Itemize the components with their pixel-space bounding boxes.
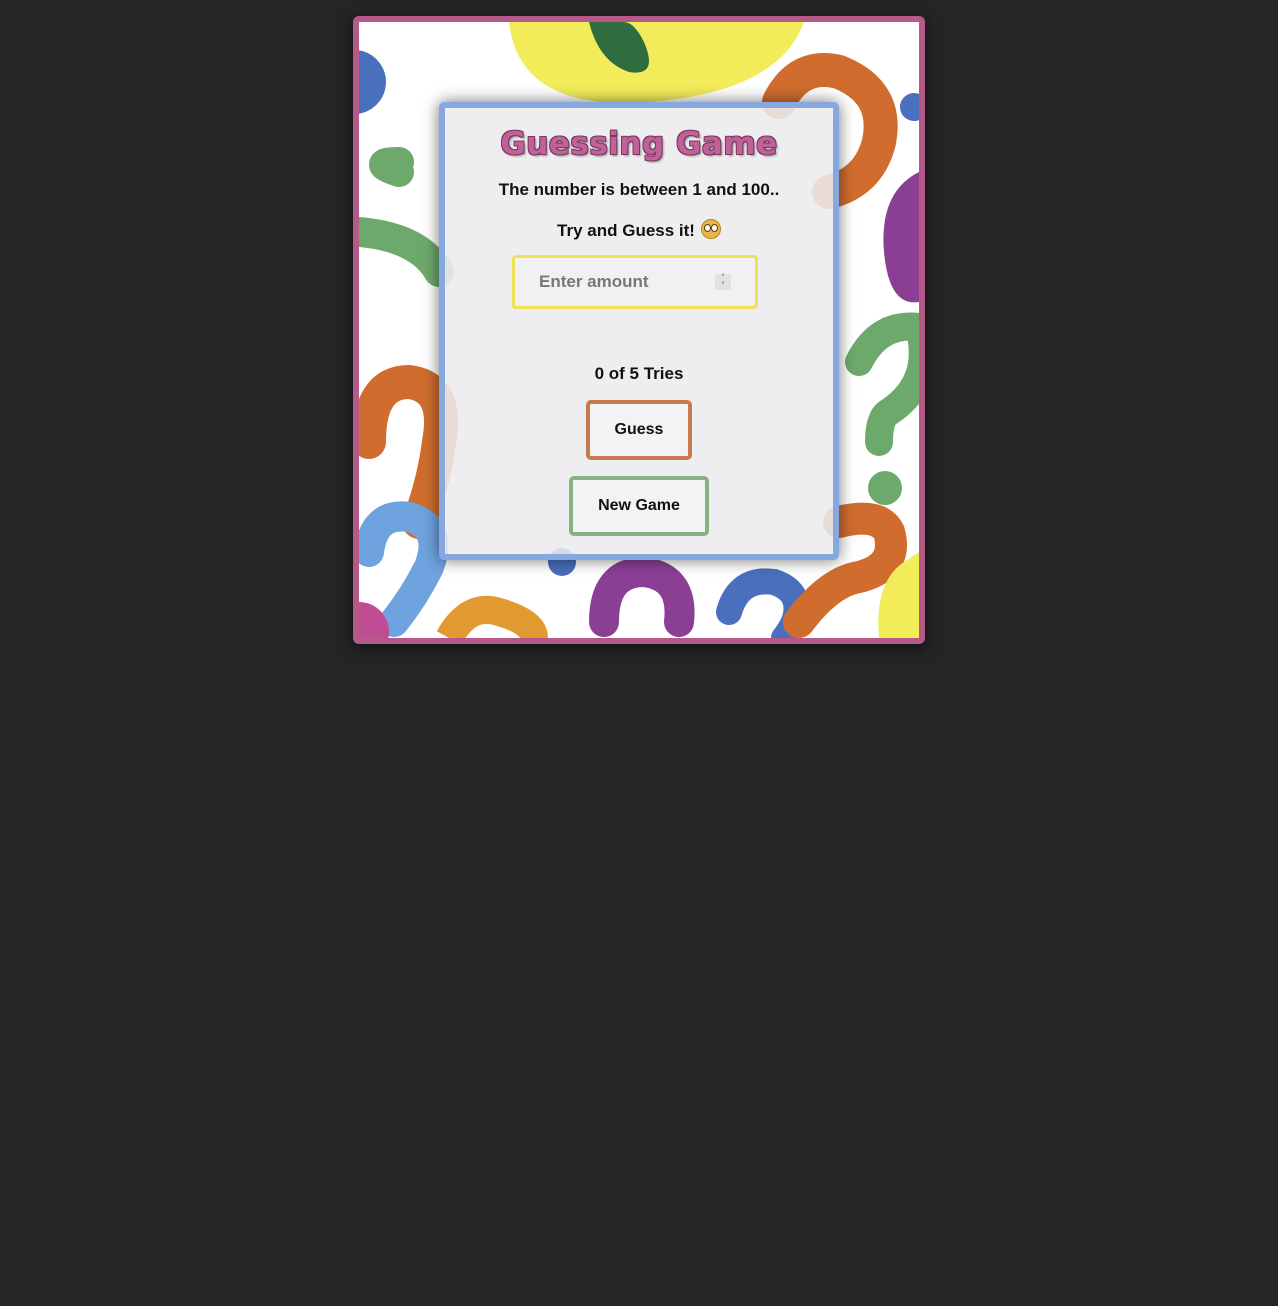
number-spinner-icon[interactable]: ˄ ˅: [715, 274, 731, 290]
game-title: Guessing Game: [500, 126, 778, 162]
range-instruction: The number is between 1 and 100..: [498, 180, 780, 199]
guess-prompt-text: Try and Guess it!: [557, 221, 695, 240]
game-window: Guessing Game The number is between 1 an…: [353, 16, 925, 644]
thinking-face-icon: [700, 219, 721, 239]
new-game-button[interactable]: New Game: [569, 476, 709, 536]
guess-input[interactable]: [515, 258, 739, 306]
guess-button[interactable]: Guess: [586, 400, 692, 460]
guess-input-wrapper: ˄˅: [512, 255, 758, 309]
guess-prompt-row: Try and Guess it!: [445, 219, 833, 241]
game-card: Guessing Game The number is between 1 an…: [439, 102, 839, 560]
tries-counter: 0 of 5 Tries: [594, 364, 684, 383]
